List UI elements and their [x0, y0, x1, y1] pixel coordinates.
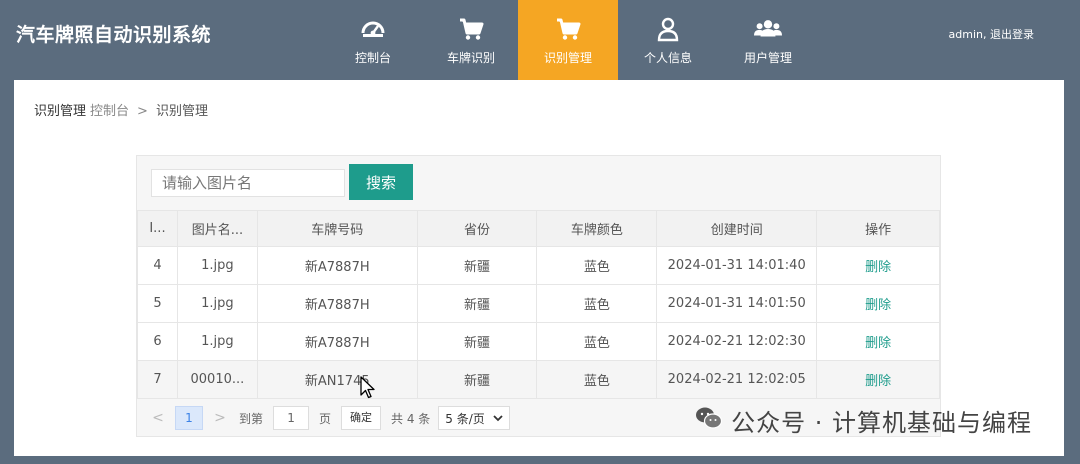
- cell-id: 6: [137, 322, 178, 361]
- records-table: I... 图片名... 车牌号码 省份 车牌颜色 创建时间 操作 4 1.jpg…: [137, 210, 940, 399]
- cell-plate-color: 蓝色: [536, 246, 658, 285]
- nav-label: 控制台: [354, 50, 391, 65]
- table-row: 5 1.jpg 新A7887H 新疆 蓝色 2024-01-31 14:01:5…: [137, 284, 940, 323]
- breadcrumb-current-page: 识别管理: [155, 104, 208, 119]
- nav-label: 识别管理: [543, 50, 592, 65]
- cell-province: 新疆: [416, 360, 538, 399]
- cell-image-name: 1.jpg: [176, 246, 258, 285]
- table-row: 6 1.jpg 新A7887H 新疆 蓝色 2024-02-21 12:02:3…: [137, 322, 940, 361]
- dashboard-icon: [359, 15, 387, 43]
- chevron-down-icon: [493, 411, 503, 425]
- cell-actions: 删除: [816, 284, 940, 323]
- delete-button[interactable]: 删除: [865, 298, 891, 313]
- cell-actions: 删除: [816, 360, 940, 399]
- cell-id: 4: [137, 246, 178, 285]
- pagination: < 1 > 到第 1 页 确定 共 4 条 5 条/页: [147, 404, 511, 432]
- goto-page-input[interactable]: 1: [273, 406, 310, 430]
- wechat-watermark: 公众号 · 计算机基础与编程: [695, 403, 1032, 438]
- cell-plate-color: 蓝色: [536, 322, 658, 361]
- search-input[interactable]: [151, 169, 345, 197]
- cell-id: 7: [137, 360, 178, 399]
- delete-button[interactable]: 删除: [865, 260, 891, 275]
- header-image-name[interactable]: 图片名...: [176, 210, 258, 247]
- cell-plate-number: 新AN1745: [256, 360, 418, 399]
- records-card: 搜索 I... 图片名... 车牌号码 省份 车牌颜色 创建时间 操作 4: [136, 155, 941, 437]
- wechat-icon: [695, 406, 723, 436]
- users-icon: [754, 15, 782, 43]
- breadcrumb-separator: >: [137, 104, 148, 119]
- next-page-button[interactable]: >: [209, 410, 231, 426]
- cell-plate-color: 蓝色: [536, 284, 658, 323]
- header-plate-number[interactable]: 车牌号码: [256, 210, 418, 247]
- nav-label: 个人信息: [643, 50, 692, 65]
- nav-item-user-management[interactable]: 用户管理: [718, 0, 818, 80]
- watermark-text: 公众号 · 计算机基础与编程: [731, 409, 1032, 437]
- header-id[interactable]: I...: [137, 210, 178, 247]
- page-size-select[interactable]: 5 条/页: [438, 406, 511, 430]
- mouse-pointer-icon: [360, 376, 376, 404]
- nav-item-plate-recognition[interactable]: 车牌识别: [424, 0, 518, 80]
- user-logout-link[interactable]: admin, 退出登录: [949, 26, 1034, 42]
- cell-image-name: 00010...: [176, 360, 258, 399]
- table-row: 7 00010... 新AN1745 新疆 蓝色 2024-02-21 12:0…: [137, 360, 940, 399]
- search-button[interactable]: 搜索: [349, 164, 413, 200]
- main-panel: 识别管理控制台>识别管理 搜索 I... 图片名... 车牌号码 省份 车牌颜色…: [14, 80, 1064, 456]
- cell-created-time: 2024-01-31 14:01:50: [656, 284, 818, 323]
- header-actions: 操作: [816, 210, 940, 247]
- page-unit-label: 页: [319, 411, 332, 426]
- cell-created-time: 2024-01-31 14:01:40: [656, 246, 818, 285]
- main-nav: 控制台 车牌识别 识别管理 个人信息 用户管理: [322, 0, 818, 80]
- nav-label: 用户管理: [743, 50, 792, 65]
- cell-created-time: 2024-02-21 12:02:30: [656, 322, 818, 361]
- cell-plate-number: 新A7887H: [256, 246, 418, 285]
- delete-button[interactable]: 删除: [865, 336, 891, 351]
- nav-item-recognition-management[interactable]: 识别管理: [518, 0, 618, 80]
- cell-plate-number: 新A7887H: [256, 322, 418, 361]
- user-icon: [654, 15, 682, 43]
- table-row: 4 1.jpg 新A7887H 新疆 蓝色 2024-01-31 14:01:4…: [137, 246, 940, 285]
- table-header-row: I... 图片名... 车牌号码 省份 车牌颜色 创建时间 操作: [137, 210, 940, 247]
- cell-actions: 删除: [816, 322, 940, 361]
- cell-province: 新疆: [416, 284, 538, 323]
- nav-label: 车牌识别: [446, 50, 495, 65]
- app-title: 汽车牌照自动识别系统: [16, 24, 212, 46]
- cell-image-name: 1.jpg: [176, 322, 258, 361]
- cell-plate-number: 新A7887H: [256, 284, 418, 323]
- top-header: 汽车牌照自动识别系统 控制台 车牌识别 识别管理 个人信息 用户管理 admin…: [0, 0, 1080, 80]
- header-plate-color[interactable]: 车牌颜色: [536, 210, 658, 247]
- delete-button[interactable]: 删除: [865, 374, 891, 389]
- page-number-current[interactable]: 1: [175, 406, 203, 430]
- cell-created-time: 2024-02-21 12:02:05: [656, 360, 818, 399]
- breadcrumb: 识别管理 控制台 > 识别管理: [34, 100, 208, 119]
- cell-plate-color: 蓝色: [536, 360, 658, 399]
- prev-page-button[interactable]: <: [147, 410, 169, 426]
- cart-icon: [554, 15, 582, 43]
- cell-image-name: 1.jpg: [176, 284, 258, 323]
- total-count: 共 4 条: [391, 411, 431, 426]
- header-province[interactable]: 省份: [416, 210, 538, 247]
- nav-item-personal-info[interactable]: 个人信息: [618, 0, 718, 80]
- cell-province: 新疆: [416, 246, 538, 285]
- header-created-time[interactable]: 创建时间: [656, 210, 818, 247]
- goto-confirm-button[interactable]: 确定: [341, 406, 382, 430]
- cell-id: 5: [137, 284, 178, 323]
- cell-actions: 删除: [816, 246, 940, 285]
- page-size-value: 5 条/页: [445, 411, 485, 426]
- cell-province: 新疆: [416, 322, 538, 361]
- cart-icon: [457, 15, 485, 43]
- breadcrumb-home-link[interactable]: 控制台: [90, 104, 129, 119]
- goto-label: 到第: [239, 411, 264, 426]
- breadcrumb-title: 识别管理: [34, 104, 87, 119]
- nav-item-dashboard[interactable]: 控制台: [322, 0, 424, 80]
